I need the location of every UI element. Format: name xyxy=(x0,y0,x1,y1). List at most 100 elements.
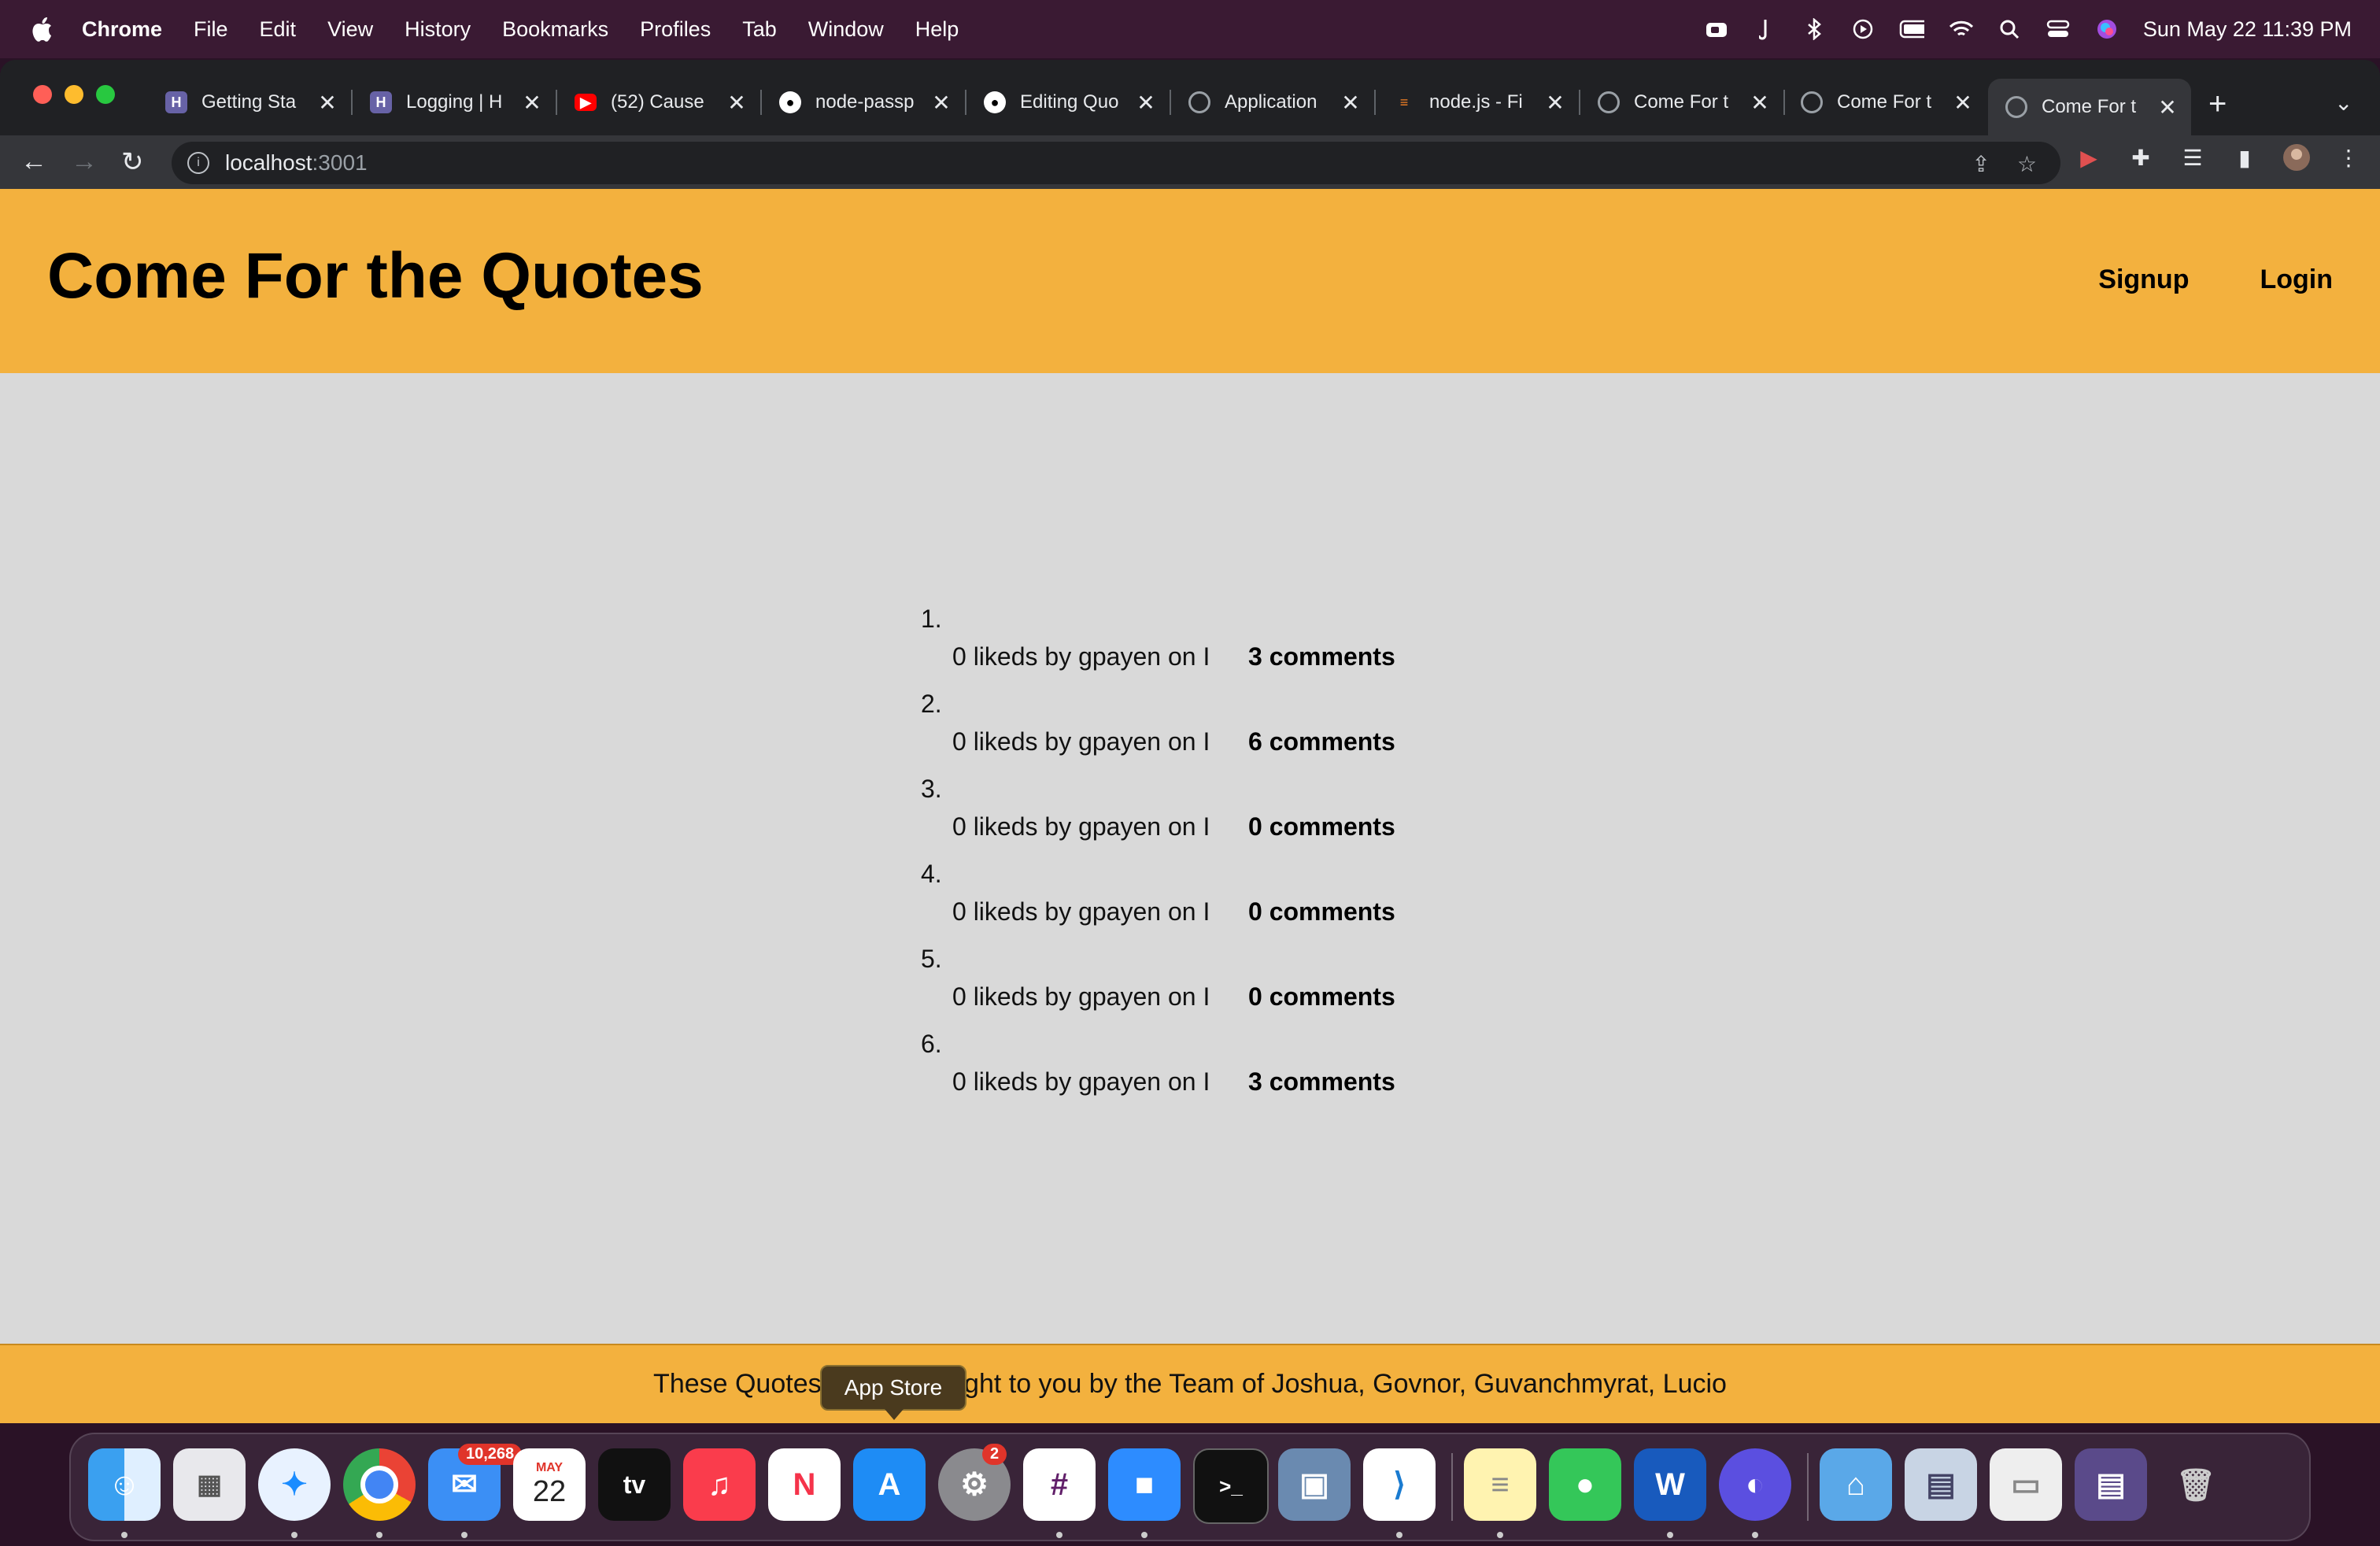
paperclip-icon[interactable] xyxy=(1753,18,1778,40)
list-item-number: 3. xyxy=(921,775,942,803)
tab-come-for-quotes-1[interactable]: Come For t ✕ xyxy=(1580,79,1785,126)
notes-icon[interactable]: ≡ xyxy=(1464,1448,1536,1538)
apple-logo-icon[interactable] xyxy=(30,15,54,43)
close-tab-icon[interactable]: ✕ xyxy=(1130,90,1162,116)
menu-edit[interactable]: Edit xyxy=(260,17,297,42)
tab-come-for-quotes-2[interactable]: Come For t ✕ xyxy=(1783,79,1986,126)
tab-title: Application xyxy=(1225,91,1318,113)
preview-icon[interactable]: ▣ xyxy=(1278,1448,1351,1521)
window-controls xyxy=(33,85,115,104)
url-port: :3001 xyxy=(312,150,368,175)
launchpad-icon[interactable]: ▦ xyxy=(173,1448,246,1521)
applications-folder-icon[interactable]: ⌂ xyxy=(1820,1448,1892,1521)
wifi-icon[interactable] xyxy=(1948,18,1973,40)
minimize-window-button[interactable] xyxy=(65,85,83,104)
finder-icon[interactable]: ☺ xyxy=(88,1448,161,1538)
zoom-icon[interactable]: ■ xyxy=(1108,1448,1181,1538)
extension-record-icon[interactable]: ▶ xyxy=(2075,143,2103,172)
siri-icon[interactable] xyxy=(2094,18,2119,40)
tab-come-for-quotes-active[interactable]: Come For t ✕ xyxy=(1988,79,2191,135)
bluetooth-icon[interactable] xyxy=(1802,18,1827,40)
address-bar[interactable]: i localhost:3001 ⇪ ☆ xyxy=(172,142,2060,184)
close-tab-icon[interactable]: ✕ xyxy=(721,90,752,116)
vscode-icon[interactable]: ⟩ xyxy=(1363,1448,1436,1538)
night-owl-icon[interactable]: ◐ xyxy=(1719,1448,1791,1538)
apple-tv-icon[interactable]: tv xyxy=(598,1448,671,1521)
tab-getting-started[interactable]: H Getting Sta ✕ xyxy=(148,79,353,126)
side-panel-icon[interactable]: ▮ xyxy=(2230,143,2259,172)
menubar-datetime[interactable]: Sun May 22 11:39 PM xyxy=(2143,17,2352,42)
battery-icon[interactable] xyxy=(1899,18,1924,40)
back-icon[interactable]: ← xyxy=(20,146,47,177)
signup-link[interactable]: Signup xyxy=(2098,264,2189,295)
minimized-window-chrome-2-icon[interactable]: ▤ xyxy=(2075,1448,2147,1521)
menu-bookmarks[interactable]: Bookmarks xyxy=(502,17,608,42)
tab-stackoverflow[interactable]: ≡ node.js - Fi ✕ xyxy=(1376,79,1580,126)
tab-node-passport[interactable]: ● node-passp ✕ xyxy=(762,79,966,126)
tab-editing-quotes[interactable]: ● Editing Quo ✕ xyxy=(966,79,1171,126)
site-info-icon[interactable]: i xyxy=(187,152,209,174)
close-tab-icon[interactable]: ✕ xyxy=(516,90,548,116)
chrome-icon[interactable] xyxy=(343,1448,416,1538)
share-icon[interactable]: ⇪ xyxy=(1972,151,1990,177)
new-tab-button[interactable]: + xyxy=(2208,88,2227,120)
mail-badge: 10,268 xyxy=(458,1444,523,1465)
tab-search-icon[interactable]: ⌄ xyxy=(2334,90,2352,116)
word-icon[interactable]: W xyxy=(1634,1448,1706,1538)
site-footer: These Quotes will be brought to you by t… xyxy=(0,1344,2380,1423)
zoom-window-button[interactable] xyxy=(96,85,115,104)
close-window-button[interactable] xyxy=(33,85,52,104)
music-icon[interactable]: ♫ xyxy=(683,1448,756,1521)
menu-view[interactable]: View xyxy=(327,17,373,42)
trash-icon[interactable]: 🗑 xyxy=(2160,1448,2232,1521)
forward-icon[interactable]: → xyxy=(71,146,98,177)
menu-history[interactable]: History xyxy=(405,17,471,42)
comments-link[interactable]: 3 comments xyxy=(1248,642,1395,671)
youtube-icon: ▶ xyxy=(575,94,597,111)
site-title[interactable]: Come For the Quotes xyxy=(47,239,704,313)
comments-link[interactable]: 6 comments xyxy=(1248,727,1395,756)
bookmark-star-icon[interactable]: ☆ xyxy=(2017,151,2037,177)
slack-icon[interactable]: # xyxy=(1023,1448,1096,1538)
comments-link[interactable]: 3 comments xyxy=(1248,1067,1395,1097)
play-icon[interactable] xyxy=(1850,18,1876,40)
app-store-icon[interactable]: A xyxy=(853,1448,926,1521)
chrome-menu-icon[interactable]: ⋮ xyxy=(2334,143,2363,172)
close-tab-icon[interactable]: ✕ xyxy=(926,90,957,116)
close-tab-icon[interactable]: ✕ xyxy=(1744,90,1776,116)
mail-icon[interactable]: ✉ 10,268 xyxy=(428,1444,523,1538)
reading-list-icon[interactable]: ☰ xyxy=(2179,143,2207,172)
minimized-window-safari-icon[interactable]: ▤ xyxy=(1905,1448,1977,1521)
menu-tab[interactable]: Tab xyxy=(742,17,777,42)
tab-youtube[interactable]: ▶ (52) Cause ✕ xyxy=(557,79,762,126)
tab-logging[interactable]: H Logging | H ✕ xyxy=(353,79,557,126)
safari-icon[interactable]: ✦ xyxy=(258,1448,331,1538)
close-tab-icon[interactable]: ✕ xyxy=(1947,90,1979,116)
close-tab-icon[interactable]: ✕ xyxy=(1539,90,1571,116)
menu-window[interactable]: Window xyxy=(808,17,884,42)
video-camera-icon[interactable] xyxy=(1704,18,1729,40)
control-center-icon[interactable] xyxy=(2046,18,2071,40)
close-tab-icon[interactable]: ✕ xyxy=(2152,94,2183,120)
menu-profiles[interactable]: Profiles xyxy=(640,17,711,42)
news-icon[interactable]: N xyxy=(768,1448,841,1521)
menu-chrome[interactable]: Chrome xyxy=(82,17,162,42)
reload-icon[interactable]: ↻ xyxy=(121,146,144,178)
comments-link[interactable]: 0 comments xyxy=(1248,812,1395,841)
messages-icon[interactable]: ● xyxy=(1549,1448,1621,1521)
comments-link[interactable]: 0 comments xyxy=(1248,897,1395,926)
tab-application[interactable]: Application ✕ xyxy=(1171,79,1376,126)
minimized-window-chrome-icon[interactable]: ▭ xyxy=(1990,1448,2062,1521)
system-preferences-icon[interactable]: ⚙ 2 xyxy=(938,1444,1011,1521)
extensions-puzzle-icon[interactable]: ✚ xyxy=(2127,143,2155,172)
login-link[interactable]: Login xyxy=(2260,264,2333,295)
calendar-icon[interactable]: MAY 22 xyxy=(513,1448,586,1521)
terminal-icon[interactable]: >_ xyxy=(1193,1448,1269,1524)
comments-link[interactable]: 0 comments xyxy=(1248,982,1395,1012)
menu-help[interactable]: Help xyxy=(915,17,959,42)
spotlight-search-icon[interactable] xyxy=(1997,18,2022,40)
close-tab-icon[interactable]: ✕ xyxy=(312,90,343,116)
profile-avatar[interactable] xyxy=(2282,143,2311,172)
menu-file[interactable]: File xyxy=(194,17,228,42)
close-tab-icon[interactable]: ✕ xyxy=(1335,90,1366,116)
